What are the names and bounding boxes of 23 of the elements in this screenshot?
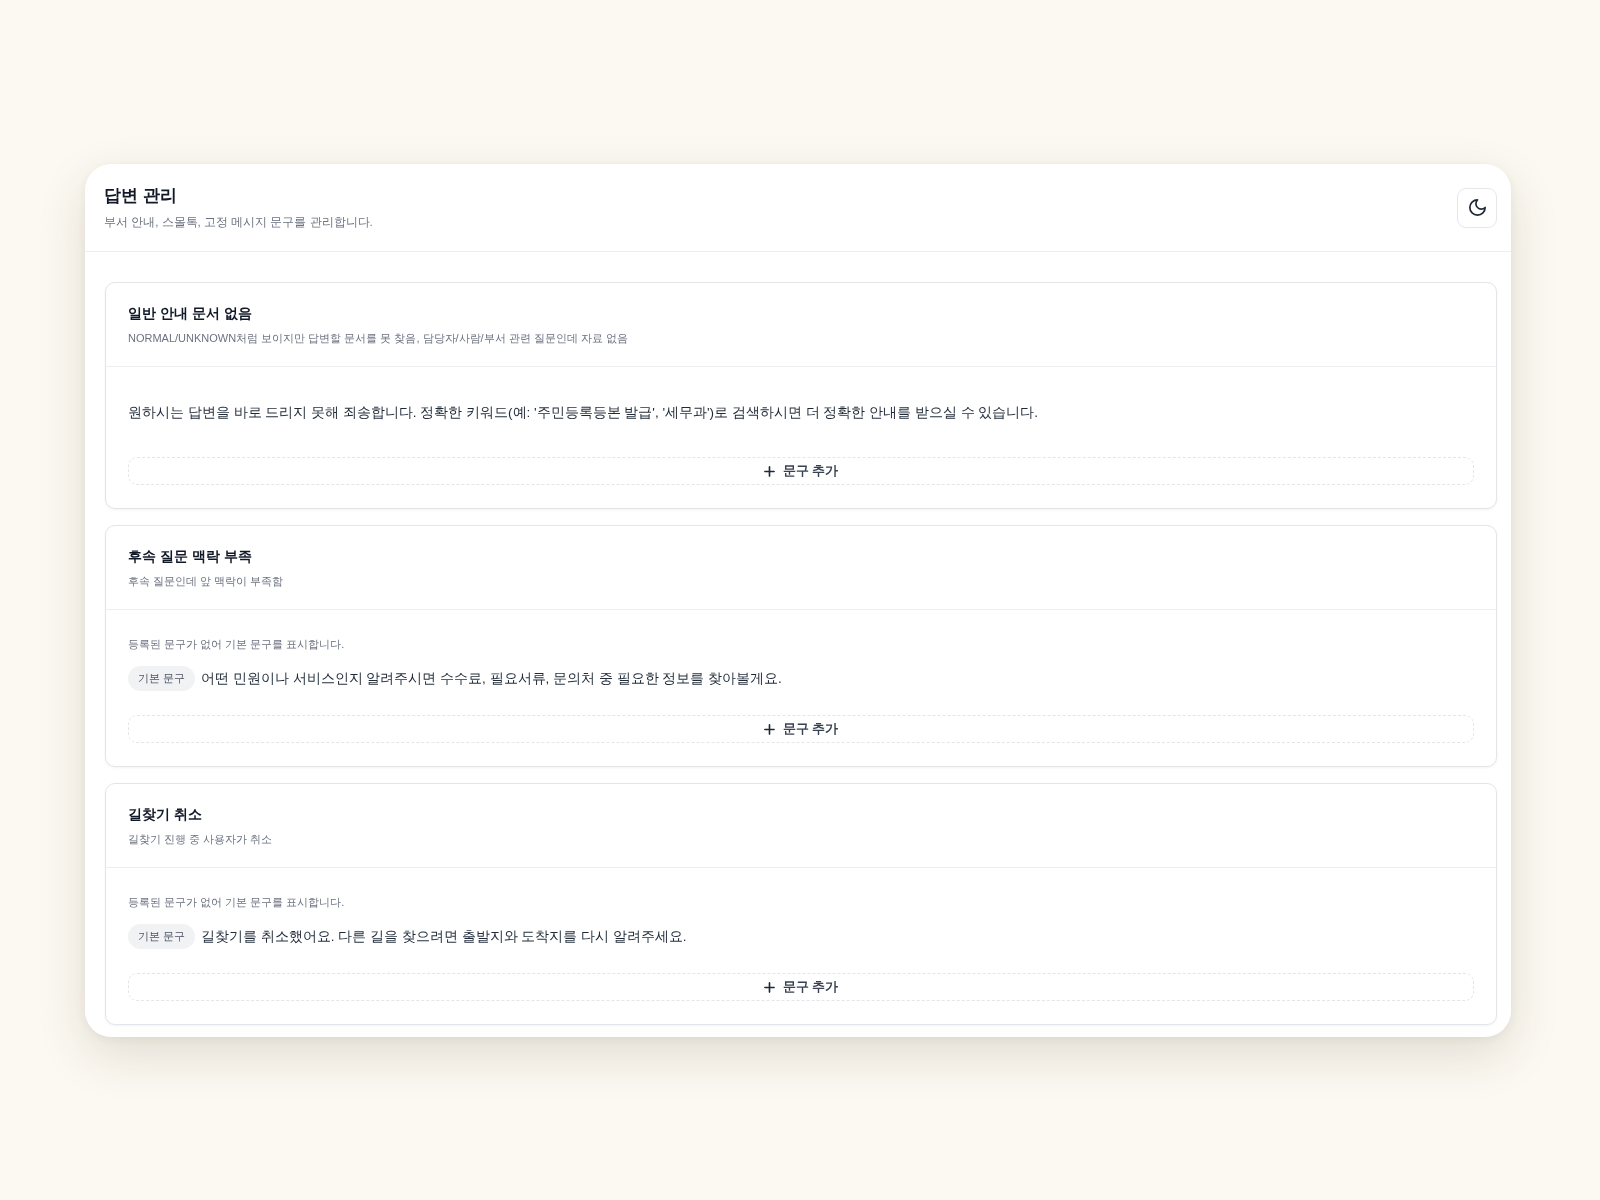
default-message-tag: 기본 문구: [128, 924, 196, 949]
add-phrase-button[interactable]: 문구 추가: [128, 973, 1474, 1001]
page-subtitle: 부서 안내, 스몰톡, 고정 메시지 문구를 관리합니다.: [104, 215, 373, 230]
plus-icon: [763, 723, 775, 735]
plus-icon: [763, 465, 775, 477]
section-title: 길찾기 취소: [128, 805, 203, 824]
add-phrase-button[interactable]: 문구 추가: [128, 715, 1474, 743]
message-text: 원하시는 답변을 바로 드리지 못해 죄송합니다. 정확한 키워드(예: '주민등록등본 발급', '세무과')로 검색하시면 더 정확한 안내를 받으실 수 있습니다.: [128, 404, 1039, 422]
section-description: 길찾기 진행 중 사용자가 취소: [128, 832, 274, 847]
section-description: NORMAL/UNKNOWN처럼 보이지만 답변할 문서를 못 찾음, 담당자/사람/부서 관련 질문인데 자료 없음: [128, 331, 629, 346]
notice-text: 등록된 문구가 없어 기본 문구를 표시합니다.: [128, 637, 346, 652]
section-title: 후속 질문 맥락 부족: [128, 547, 253, 566]
theme-toggle-button[interactable]: [1457, 187, 1497, 228]
message-text: 길찾기를 취소했어요. 다른 길을 찾으려면 출발지와 도착지를 다시 알려주세요.: [201, 927, 687, 946]
notice-text: 등록된 문구가 없어 기본 문구를 표시합니다.: [128, 895, 346, 910]
page-title: 답변 관리: [104, 185, 178, 207]
add-phrase-button[interactable]: 문구 추가: [128, 457, 1474, 485]
message-text: 어떤 민원이나 서비스인지 알려주시면 수수료, 필요서류, 문의처 중 필요한 정보를 찾아볼게요.: [201, 669, 782, 688]
moon-icon: [1468, 199, 1486, 216]
plus-icon: [763, 981, 775, 993]
section-description: 후속 질문인데 앞 맥락이 부족함: [128, 574, 285, 589]
default-message-tag: 기본 문구: [128, 666, 196, 691]
section-title: 일반 안내 문서 없음: [128, 304, 253, 323]
